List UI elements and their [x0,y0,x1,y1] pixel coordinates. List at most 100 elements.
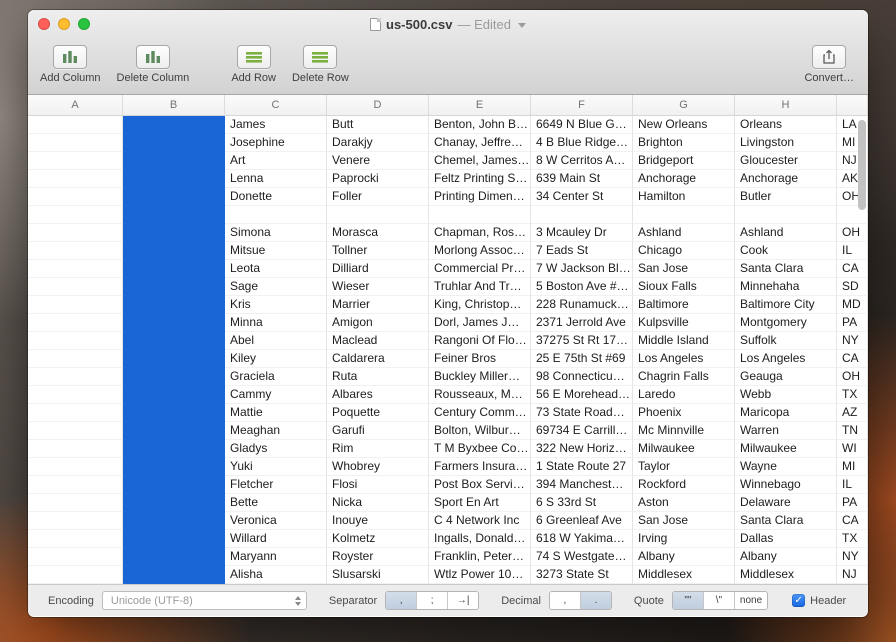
table-cell[interactable]: Maclead [327,332,429,350]
table-cell[interactable]: Irving [633,530,735,548]
table-cell[interactable] [123,566,225,584]
table-cell[interactable]: Inouye [327,512,429,530]
table-cell[interactable]: Milwaukee [633,440,735,458]
table-cell[interactable]: Dilliard [327,260,429,278]
table-cell[interactable] [225,206,327,224]
table-cell[interactable]: Los Angeles [735,350,837,368]
table-cell[interactable]: Franklin, Peter… [429,548,531,566]
table-cell[interactable]: 322 New Horiz… [531,440,633,458]
table-cell[interactable]: Tollner [327,242,429,260]
table-cell[interactable]: Benton, John B… [429,116,531,134]
table-cell[interactable]: Butt [327,116,429,134]
table-cell[interactable]: 3 Mcauley Dr [531,224,633,242]
separator-option[interactable]: ; [417,592,448,609]
table-cell[interactable] [28,170,123,188]
column-header-G[interactable]: G [633,95,735,115]
table-cell[interactable] [123,332,225,350]
table-cell[interactable]: James [225,116,327,134]
table-cell[interactable]: Chapman, Ros… [429,224,531,242]
table-cell[interactable] [28,440,123,458]
table-cell[interactable]: 37275 St Rt 17… [531,332,633,350]
table-cell[interactable]: Chanay, Jeffre… [429,134,531,152]
table-cell[interactable] [28,350,123,368]
table-cell[interactable]: Bette [225,494,327,512]
table-cell[interactable]: Dallas [735,530,837,548]
table-cell[interactable]: Baltimore [633,296,735,314]
table-cell[interactable]: Santa Clara [735,512,837,530]
table-cell[interactable]: Poquette [327,404,429,422]
table-cell[interactable] [28,530,123,548]
table-cell[interactable] [123,188,225,206]
table-cell[interactable]: Wieser [327,278,429,296]
table-cell[interactable]: Minnehaha [735,278,837,296]
table-cell[interactable]: Ingalls, Donald… [429,530,531,548]
table-cell[interactable]: King, Christop… [429,296,531,314]
table-cell[interactable]: Truhlar And Tr… [429,278,531,296]
table-cell[interactable] [28,494,123,512]
table-cell[interactable] [28,296,123,314]
table-cell[interactable]: Alisha [225,566,327,584]
table-cell[interactable]: Meaghan [225,422,327,440]
column-header-H[interactable]: H [735,95,837,115]
add-row-button[interactable]: Add Row [231,45,276,84]
table-cell[interactable]: 7 Eads St [531,242,633,260]
table-cell[interactable]: Albares [327,386,429,404]
table-cell[interactable]: Rangoni Of Flo… [429,332,531,350]
table-cell[interactable] [123,170,225,188]
table-cell[interactable] [28,404,123,422]
table-cell[interactable]: Middlesex [735,566,837,584]
table-cell[interactable]: Gloucester [735,152,837,170]
table-cell[interactable]: Darakjy [327,134,429,152]
column-header-B[interactable]: B [123,95,225,115]
table-cell[interactable]: Mitsue [225,242,327,260]
header-checkbox[interactable]: ✓ Header [792,594,846,607]
table-cell[interactable] [28,566,123,584]
table-cell[interactable]: Slusarski [327,566,429,584]
table-cell[interactable]: 3273 State St [531,566,633,584]
table-cell[interactable]: Bridgeport [633,152,735,170]
table-cell[interactable]: Feiner Bros [429,350,531,368]
table-cell[interactable]: 69734 E Carrill… [531,422,633,440]
table-cell[interactable]: Sport En Art [429,494,531,512]
table-cell[interactable]: Hamilton [633,188,735,206]
table-cell[interactable]: 228 Runamuck… [531,296,633,314]
table-cell[interactable]: Brighton [633,134,735,152]
table-cell[interactable] [123,368,225,386]
table-cell[interactable]: Maryann [225,548,327,566]
table-cell[interactable]: Anchorage [735,170,837,188]
table-cell[interactable] [28,476,123,494]
table-cell[interactable]: Yuki [225,458,327,476]
table-cell[interactable]: Simona [225,224,327,242]
table-cell[interactable] [123,260,225,278]
table-cell[interactable]: Commercial Pr… [429,260,531,278]
table-cell[interactable] [123,242,225,260]
table-cell[interactable]: San Jose [633,512,735,530]
table-cell[interactable]: Cammy [225,386,327,404]
table-cell[interactable]: Kris [225,296,327,314]
table-cell[interactable]: Anchorage [633,170,735,188]
quote-option[interactable]: \" [704,592,735,609]
decimal-option[interactable]: , [550,592,581,609]
scrollbar-thumb[interactable] [858,120,866,210]
table-cell[interactable]: Rousseaux, M… [429,386,531,404]
table-cell[interactable]: Orleans [735,116,837,134]
quote-option[interactable]: "" [673,592,704,609]
table-cell[interactable]: Montgomery [735,314,837,332]
table-cell[interactable] [28,152,123,170]
table-cell[interactable]: Kolmetz [327,530,429,548]
table-cell[interactable]: Minna [225,314,327,332]
table-cell[interactable]: Kulpsville [633,314,735,332]
table-cell[interactable] [123,440,225,458]
table-cell[interactable]: Rim [327,440,429,458]
table-cell[interactable]: 394 Manchest… [531,476,633,494]
table-cell[interactable] [123,278,225,296]
table-cell[interactable]: Art [225,152,327,170]
table-cell[interactable] [123,458,225,476]
table-cell[interactable]: Winnebago [735,476,837,494]
encoding-select[interactable]: Unicode (UTF-8) [102,591,307,610]
table-cell[interactable]: Printing Dimen… [429,188,531,206]
table-cell[interactable]: Century Comm… [429,404,531,422]
table-cell[interactable]: Butler [735,188,837,206]
table-cell[interactable]: Santa Clara [735,260,837,278]
table-cell[interactable] [123,422,225,440]
